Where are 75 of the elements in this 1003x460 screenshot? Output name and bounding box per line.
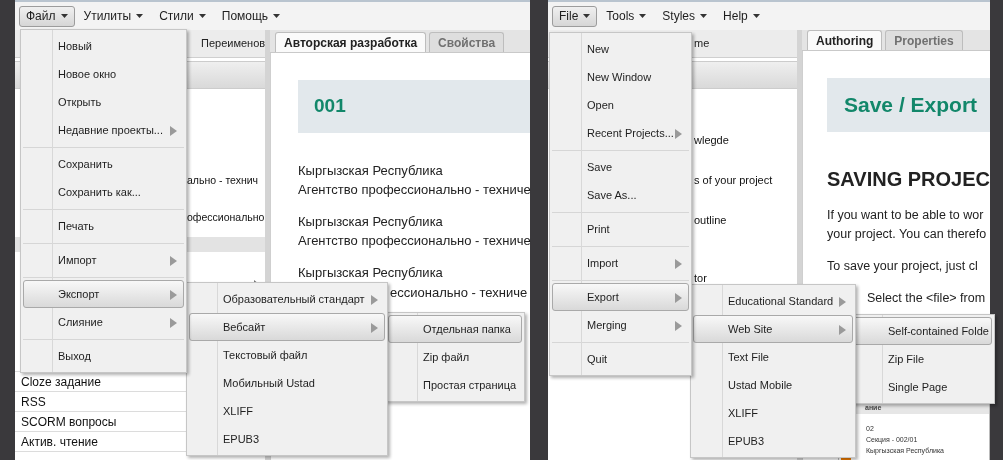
- menu-item[interactable]: Выход: [23, 342, 184, 370]
- menu-item[interactable]: Открыть: [23, 88, 184, 116]
- caret-icon: [60, 14, 68, 18]
- menu-item[interactable]: Zip файл: [388, 343, 522, 371]
- menu-button[interactable]: Styles: [655, 5, 715, 27]
- outline-text: outline: [694, 213, 728, 228]
- menu-item[interactable]: Новое окно: [23, 60, 184, 88]
- paragraph: Кыргызская Республика Агентство профессионально - техниче: [298, 213, 531, 250]
- paragraph: If you want to be able to wor your project. You can therefo: [827, 207, 987, 243]
- outline-text: ально - технич: [187, 173, 260, 188]
- tab[interactable]: Authoring: [807, 30, 883, 50]
- menu-button[interactable]: Помощь: [214, 5, 288, 27]
- paragraph: Кыргызская Республика: [298, 264, 443, 282]
- outline-text: tor: [694, 271, 708, 286]
- tab[interactable]: Свойства: [429, 32, 505, 52]
- menu-item[interactable]: XLIFF: [693, 399, 853, 427]
- caret-icon: [273, 14, 281, 18]
- menu-item[interactable]: Self-contained Folde: [853, 317, 992, 345]
- menu-item[interactable]: Print: [552, 215, 689, 243]
- panel-tab[interactable]: me: [694, 35, 710, 52]
- page-heading: Save / Export: [844, 92, 978, 119]
- menu-item[interactable]: Merging: [552, 311, 689, 339]
- menu-item[interactable]: Простая страница: [388, 371, 522, 399]
- menu-item[interactable]: Текстовый файл: [189, 341, 385, 369]
- menu-item[interactable]: Text File: [693, 343, 853, 371]
- menu-item[interactable]: Single Page: [853, 373, 992, 401]
- menu-button[interactable]: File: [552, 5, 598, 27]
- menu-item[interactable]: Save: [552, 153, 689, 181]
- caret-icon: [700, 14, 708, 18]
- section-title: SAVING PROJEC: [827, 167, 990, 192]
- menu-button[interactable]: Стили: [152, 5, 213, 27]
- menu-item[interactable]: Quit: [552, 345, 689, 373]
- caret-icon: [639, 14, 647, 18]
- outline-text: s of your project: [694, 173, 774, 188]
- menu-item[interactable]: Export: [552, 283, 689, 311]
- outline-text: офессионально: [187, 210, 265, 225]
- menu-item[interactable]: Новый: [23, 32, 184, 60]
- panel-tab[interactable]: Переименов: [201, 35, 266, 52]
- menu-item[interactable]: Educational Standard: [693, 287, 853, 315]
- outline-text: wlegde: [694, 133, 730, 148]
- menu-button[interactable]: Tools: [599, 5, 654, 27]
- menu-item[interactable]: Сохранить как...: [23, 178, 184, 206]
- menu-item[interactable]: Импорт: [23, 246, 184, 274]
- menu-item[interactable]: Web Site: [693, 315, 853, 343]
- menu-item[interactable]: New: [552, 35, 689, 63]
- menu-item[interactable]: Печать: [23, 212, 184, 240]
- menu-item[interactable]: Save As...: [552, 181, 689, 209]
- menu-item[interactable]: Import: [552, 249, 689, 277]
- menu-item[interactable]: Недавние проекты...: [23, 116, 184, 144]
- menu-item[interactable]: Ustad Mobile: [693, 371, 853, 399]
- caret-icon: [136, 14, 144, 18]
- menu-item[interactable]: New Window: [552, 63, 689, 91]
- caret-icon: [583, 14, 591, 18]
- menu-item[interactable]: Zip File: [853, 345, 992, 373]
- menu-button[interactable]: Файл: [19, 5, 75, 27]
- paragraph: Select the <file> from: [867, 291, 986, 305]
- paragraph: ессионально - техниче: [390, 285, 528, 300]
- menu-item[interactable]: Слияние: [23, 308, 184, 336]
- menu-button[interactable]: Help: [716, 5, 767, 27]
- tab[interactable]: Авторская разработка: [275, 32, 427, 52]
- menu-button[interactable]: Утилиты: [76, 5, 151, 27]
- menu-item[interactable]: Отдельная папка: [388, 315, 522, 343]
- caret-icon: [198, 14, 206, 18]
- menu-item[interactable]: Вебсайт: [189, 313, 385, 341]
- tab[interactable]: Properties: [885, 30, 963, 50]
- menu-item[interactable]: Сохранить: [23, 150, 184, 178]
- menu-item[interactable]: EPUB3: [693, 427, 853, 455]
- paragraph: Кыргызская Республика Агентство профессионально - техниче: [298, 162, 531, 199]
- caret-icon: [752, 14, 760, 18]
- menu-item[interactable]: Recent Projects...: [552, 119, 689, 147]
- page-heading: 001: [314, 94, 346, 119]
- menu-item[interactable]: Open: [552, 91, 689, 119]
- paragraph: To save your project, just cl: [827, 258, 978, 275]
- menu-item[interactable]: Экспорт: [23, 280, 184, 308]
- menu-item[interactable]: Образовательный стандарт: [189, 285, 385, 313]
